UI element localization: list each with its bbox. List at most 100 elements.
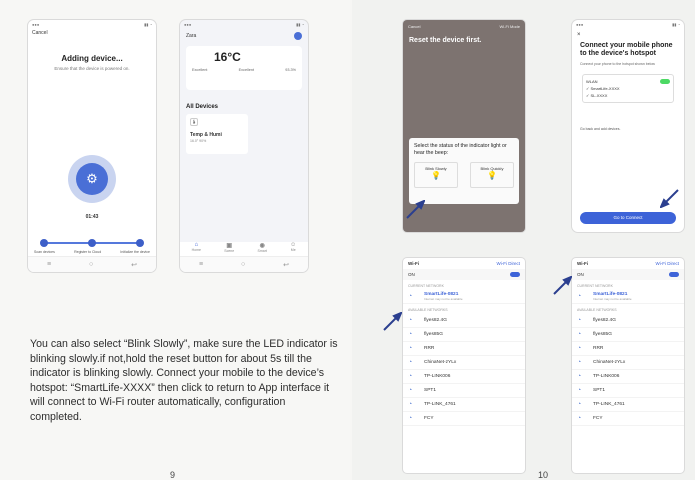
wifi-network-item[interactable]: ◔ RRR [403, 342, 525, 356]
wlan-preview: WLAN ✓ SmartLife-XXXX ✓ SL-XXXX [582, 74, 674, 103]
network-name: RRR [424, 346, 435, 351]
current-network[interactable]: ◔ SmartLife-0821 Internet may not be avai… [403, 290, 525, 304]
blink-slowly-option[interactable]: Blink Slowly 💡 [414, 162, 458, 188]
wifi-signal-icon: ◔ [408, 359, 413, 366]
network-name: TP-LINK_4761 [593, 402, 625, 407]
menu-icon[interactable]: ≡ [47, 261, 51, 268]
wifi-toggle[interactable] [669, 272, 679, 277]
cancel-link[interactable]: Cancel [28, 30, 156, 36]
step-label: Register to Cloud [74, 250, 102, 254]
network-name: FCY [424, 416, 434, 421]
home-selector[interactable]: Zara [186, 33, 196, 39]
network-name: SPT1 [593, 388, 605, 393]
cancel-link[interactable]: Cancel [408, 24, 420, 29]
device-gear-icon: ⚙ [76, 163, 108, 195]
smart-icon: ◉ [259, 243, 265, 249]
go-to-connect-button[interactable]: Go to Connect [580, 212, 676, 224]
wifi-signal-icon: ◔ [408, 293, 413, 300]
network-name: FCY [593, 416, 603, 421]
weather-stat: Excellent [192, 68, 208, 72]
wifi-on-row: ON [572, 269, 684, 280]
weather-stats: Excellent Excellent 93.3% [192, 68, 296, 72]
tab-me[interactable]: ☺ Me [290, 242, 296, 256]
wifi-network-item[interactable]: ◔ ChinaNet-zYLx [403, 356, 525, 370]
wifi-network-item[interactable]: ◔ TP-LINK_4761 [403, 398, 525, 412]
wifi-network-item[interactable]: ◔ flyes82.4G [572, 314, 684, 328]
wifi-network-item[interactable]: ◔ FCY [403, 412, 525, 426]
pointer-arrow-icon [553, 276, 572, 295]
current-network-label: CURRENT NETWORK [577, 284, 613, 288]
wifi-network-item[interactable]: ◔ flyes82.4G [403, 314, 525, 328]
wifi-direct-link[interactable]: Wi-Fi Direct [497, 261, 521, 266]
temperature: 16°C [214, 50, 241, 64]
network-name: TP-LINK_4761 [424, 402, 456, 407]
network-name: SPT1 [424, 388, 436, 393]
wifi-signal-icon: ◔ [577, 387, 582, 394]
wifi-network-item[interactable]: ◔ RRR [572, 342, 684, 356]
tab-scene[interactable]: ▣ Scene [224, 242, 234, 256]
wifi-network-item[interactable]: ◔ flyes85G [572, 328, 684, 342]
wifi-header: Wi-Fi Wi-Fi Direct [403, 258, 525, 269]
sheet-title: Select the status of the indicator light… [414, 143, 507, 156]
wifi-signal-icon: ◔ [577, 293, 582, 300]
close-icon[interactable]: × [572, 30, 684, 40]
wifi-signal-icon: ◔ [577, 359, 582, 366]
blink-options: Blink Slowly 💡 Blink Quickly 💡 [414, 162, 514, 188]
network-name: RRR [593, 346, 604, 351]
bulb-icon: 💡 [487, 171, 497, 180]
wifi-title: Wi-Fi [577, 261, 588, 266]
tab-home[interactable]: ⌂ Home [192, 242, 201, 256]
wifi-signal-icon: ◔ [577, 317, 582, 324]
wifi-network-item[interactable]: ◔ ChinaNet-zYLx [572, 356, 684, 370]
wifi-signal-icon: ◔ [577, 415, 582, 422]
wifi-direct-link[interactable]: Wi-Fi Direct [656, 261, 680, 266]
instruction-text: You can also select “Blink Slowly”, make… [30, 338, 338, 423]
status-bar: ●●● ▮▮ ◔ [184, 22, 304, 27]
device-reading: 16.0° 90% [190, 139, 207, 143]
device-card[interactable]: 🌡 Temp & Humi 16.0° 90% [186, 114, 248, 154]
menu-icon[interactable]: ≡ [199, 261, 203, 268]
home-circle-icon[interactable]: ○ [241, 261, 245, 268]
home-circle-icon[interactable]: ○ [89, 261, 93, 268]
back-hint: Go back and add devices. [580, 127, 621, 131]
back-icon[interactable]: ↩ [283, 261, 289, 269]
blink-quickly-option[interactable]: Blink Quickly 💡 [470, 162, 514, 188]
wifi-network-item[interactable]: ◔ TP-LINK006 [572, 370, 684, 384]
back-icon[interactable]: ↩ [131, 261, 137, 269]
available-networks-label: AVAILABLE NETWORKS [408, 308, 448, 312]
indicator-status-sheet: Select the status of the indicator light… [409, 138, 519, 204]
adding-title: Adding device... [61, 54, 123, 63]
wifi-on-label: ON [577, 272, 584, 277]
wifi-signal-icon: ◔ [577, 345, 582, 352]
status-bar: ●●● ▮▮ ◔ [32, 22, 152, 27]
network-name: SmartLife-XXXX [590, 86, 620, 91]
wifi-network-item[interactable]: ◔ SPT1 [572, 384, 684, 398]
phone-adding-device: ●●● ▮▮ ◔ Cancel Adding device... Ensure t… [28, 20, 156, 272]
wifi-signal-icon: ◔ [408, 401, 413, 408]
tab-smart[interactable]: ◉ Smart [258, 242, 267, 256]
network-status: Internet may not be available [593, 297, 632, 301]
wifi-toggle[interactable] [510, 272, 520, 277]
current-network[interactable]: ◔ SmartLife-0821 Internet may not be avai… [572, 290, 684, 304]
wifi-network-item[interactable]: ◔ FCY [572, 412, 684, 426]
wifi-signal-icon: ◔ [577, 401, 582, 408]
tab-label: Me [290, 248, 296, 252]
network-name: TP-LINK006 [424, 374, 451, 379]
hotspot-network: ✓ SmartLife-XXXX [586, 86, 620, 91]
hotspot-network: ✓ SL-XXXX [586, 93, 608, 98]
wifi-network-item[interactable]: ◔ TP-LINK006 [403, 370, 525, 384]
wifi-network-item[interactable]: ◔ SPT1 [403, 384, 525, 398]
wifi-network-item[interactable]: ◔ TP-LINK_4761 [572, 398, 684, 412]
page-number-right: 10 [538, 470, 549, 480]
wlan-toggle [660, 79, 670, 84]
wifi-signal-icon: ◔ [577, 331, 582, 338]
mode-selector[interactable]: Wi-Fi Mode [500, 24, 520, 29]
android-navbar: ≡ ○ ↩ [28, 256, 156, 272]
network-list: ◔ flyes82.4G ◔ flyes85G ◔ RRR ◔ ChinaNet-zYLx ◔ T… [572, 314, 684, 426]
add-icon[interactable] [294, 32, 302, 40]
wlan-row: WLAN [586, 78, 670, 85]
wifi-network-item[interactable]: ◔ flyes85G [403, 328, 525, 342]
adding-subtitle: Ensure that the device is powered on. [54, 66, 130, 71]
wifi-on-row: ON [403, 269, 525, 280]
tab-label: Scene [224, 249, 235, 253]
